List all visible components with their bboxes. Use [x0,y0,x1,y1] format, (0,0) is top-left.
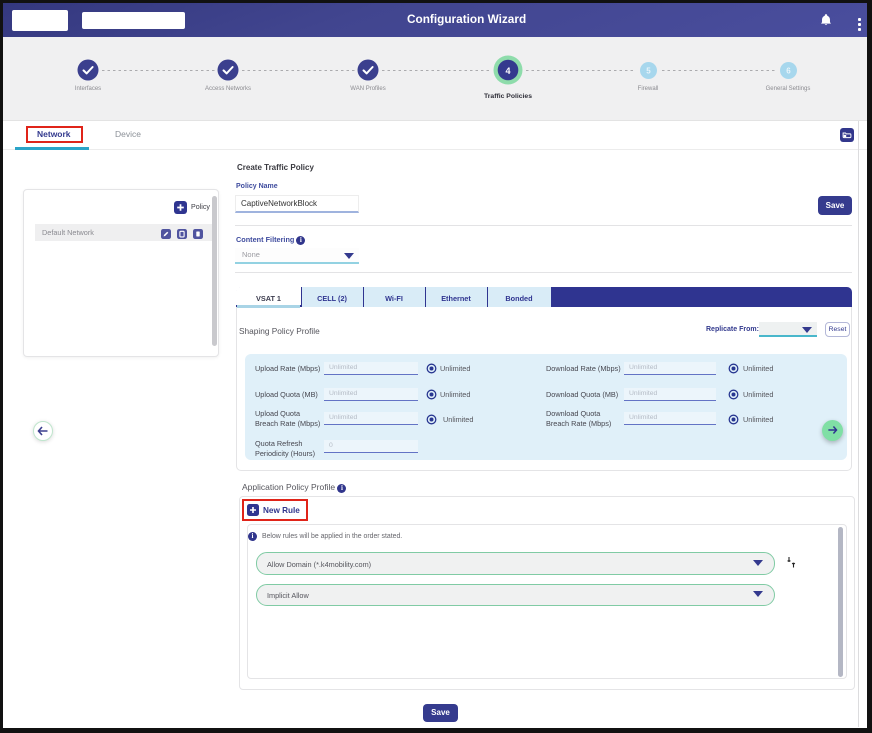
svg-text:6: 6 [786,67,791,76]
svg-text:5: 5 [646,67,651,76]
svg-text:4: 4 [505,66,510,76]
